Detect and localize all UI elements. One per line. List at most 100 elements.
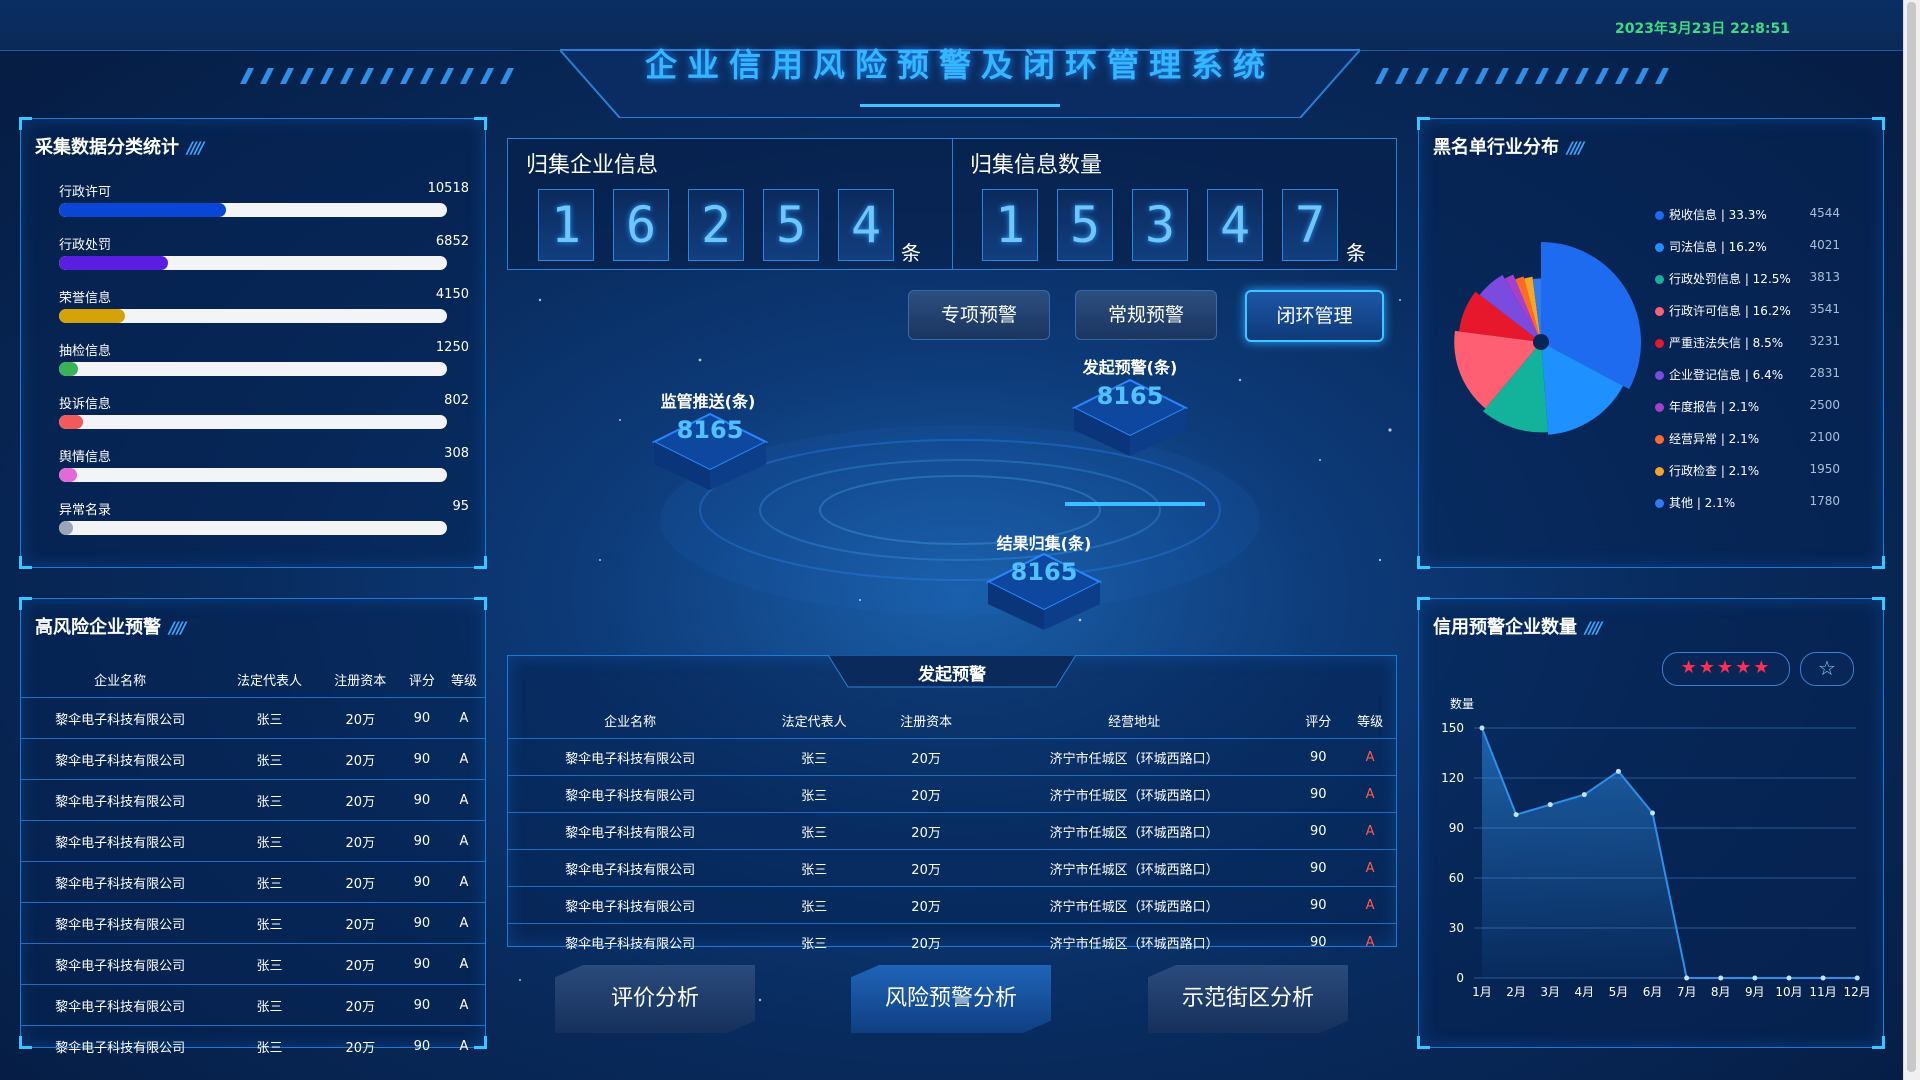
table-row[interactable]: 黎伞电子科技有限公司 张三 20万 济宁市任城区（环城西路口） 90 A <box>508 738 1396 776</box>
legend-dot <box>1655 307 1664 316</box>
data-point[interactable] <box>1752 975 1758 981</box>
table-cell: A <box>442 984 485 1026</box>
stat-value: 308 <box>444 446 469 461</box>
enterprise-counter-label: 归集企业信息 <box>526 153 659 178</box>
data-point[interactable] <box>1854 975 1860 981</box>
table-row[interactable]: 黎伞电子科技有限公司 张三 20万 90 A <box>21 861 485 903</box>
result-value: 8165 <box>1010 558 1078 586</box>
table-cell: A <box>1344 812 1396 850</box>
table-cell: 90 <box>1292 886 1345 924</box>
stat-label: 行政许可 <box>59 185 112 200</box>
counter-digit: 4 <box>838 189 894 261</box>
y-tick-label: 90 <box>1449 821 1464 835</box>
column-header: 等级 <box>1357 714 1384 730</box>
table-cell: A <box>442 738 485 780</box>
table-row[interactable]: 黎伞电子科技有限公司 张三 20万 济宁市任城区（环城西路口） 90 A <box>508 849 1396 887</box>
data-point[interactable] <box>1547 802 1553 808</box>
table-cell: 黎伞电子科技有限公司 <box>21 697 220 739</box>
star-icon[interactable]: ☆ <box>1800 652 1854 686</box>
table-row[interactable]: 黎伞电子科技有限公司 张三 20万 90 A <box>21 902 485 944</box>
data-point[interactable] <box>1650 810 1656 816</box>
table-cell: 张三 <box>219 697 320 739</box>
table-cell: 90 <box>1292 775 1345 813</box>
vertical-scrollbar[interactable] <box>1903 0 1920 1080</box>
stat-bar-track <box>59 256 447 270</box>
y-tick-label: 150 <box>1441 721 1464 735</box>
data-point[interactable] <box>1615 768 1621 774</box>
y-tick-label: 60 <box>1449 871 1464 885</box>
table-cell: 90 <box>400 738 443 780</box>
table-cell: 济宁市任城区（环城西路口） <box>976 923 1293 960</box>
legend-item: 司法信息 | 16.2% 4021 <box>1655 238 1840 258</box>
blacklist-rose-chart <box>1454 242 1641 435</box>
table-row[interactable]: 黎伞电子科技有限公司 张三 20万 90 A <box>21 1025 485 1066</box>
legend-value: 3231 <box>1809 334 1840 348</box>
table-cell: 黎伞电子科技有限公司 <box>21 943 220 985</box>
table-row[interactable]: 黎伞电子科技有限公司 张三 20万 济宁市任城区（环城西路口） 90 A <box>508 923 1396 960</box>
regular-warning-button[interactable]: 常规预警 <box>1075 290 1217 340</box>
data-point[interactable] <box>1684 975 1690 981</box>
stat-row: 行政处罚 6852 <box>59 234 469 287</box>
table-row[interactable]: 黎伞电子科技有限公司 张三 20万 90 A <box>21 697 485 739</box>
x-tick-label: 10月 <box>1775 985 1802 999</box>
evaluation-analysis-button[interactable]: 评价分析 <box>555 965 755 1033</box>
table-row[interactable]: 黎伞电子科技有限公司 张三 20万 90 A <box>21 943 485 985</box>
table-row[interactable]: 黎伞电子科技有限公司 张三 20万 济宁市任城区（环城西路口） 90 A <box>508 886 1396 924</box>
legend-label: 其他 | 2.1% <box>1669 496 1736 510</box>
data-point[interactable] <box>1513 812 1519 818</box>
table-cell: 张三 <box>219 902 320 944</box>
counter-digit: 7 <box>1282 189 1338 261</box>
legend-value: 1950 <box>1809 462 1840 476</box>
area-fill <box>1482 728 1858 978</box>
legend-value: 1780 <box>1809 494 1840 508</box>
legend-dot <box>1655 371 1664 380</box>
stat-bar-fill <box>59 362 79 376</box>
table-cell: 20万 <box>876 738 977 776</box>
legend-value: 2100 <box>1809 430 1840 444</box>
stat-bar-fill <box>59 468 77 482</box>
table-cell: 张三 <box>219 861 320 903</box>
table-cell: 黎伞电子科技有限公司 <box>21 820 220 862</box>
enterprise-counter-unit: 条 <box>901 241 921 265</box>
legend-item: 企业登记信息 | 6.4% 2831 <box>1655 366 1840 386</box>
x-tick-label: 12月 <box>1844 985 1871 999</box>
legend-item: 行政处罚信息 | 12.5% 3813 <box>1655 270 1840 290</box>
legend-dot <box>1655 499 1664 508</box>
table-row[interactable]: 黎伞电子科技有限公司 张三 20万 济宁市任城区（环城西路口） 90 A <box>508 812 1396 850</box>
counter-digit: 2 <box>688 189 744 261</box>
stat-row: 抽检信息 1250 <box>59 340 469 393</box>
table-cell: 济宁市任城区（环城西路口） <box>976 775 1293 813</box>
table-cell: 张三 <box>219 738 320 780</box>
risk-warning-analysis-button[interactable]: 风险预警分析 <box>851 965 1051 1033</box>
scrollbar-thumb[interactable] <box>1907 2 1916 1072</box>
warning-table-panel: 发起预警 企业名称 法定代表人 注册资本 经营地址 评分 等级 黎伞电子科技有限公司 张三 2… <box>507 655 1397 960</box>
data-point[interactable] <box>1820 975 1826 981</box>
table-cell: A <box>442 820 485 862</box>
counter-digit: 5 <box>1057 189 1113 261</box>
table-row[interactable]: 黎伞电子科技有限公司 张三 20万 90 A <box>21 779 485 821</box>
data-point[interactable] <box>1718 975 1724 981</box>
column-header: 注册资本 <box>334 673 387 689</box>
stat-bar-fill <box>59 203 226 217</box>
data-point[interactable] <box>1479 725 1485 731</box>
demo-district-analysis-button[interactable]: 示范街区分析 <box>1148 965 1348 1033</box>
table-row[interactable]: 黎伞电子科技有限公司 张三 20万 济宁市任城区（环城西路口） 90 A <box>508 775 1396 813</box>
star-rating-filter[interactable]: ★★★★★ <box>1662 652 1790 686</box>
table-cell: 20万 <box>876 886 977 924</box>
title-slash-decoration: //// <box>187 138 204 157</box>
data-point[interactable] <box>1581 792 1587 798</box>
table-cell: 张三 <box>752 923 877 960</box>
table-row[interactable]: 黎伞电子科技有限公司 张三 20万 90 A <box>21 738 485 780</box>
table-row[interactable]: 黎伞电子科技有限公司 张三 20万 90 A <box>21 820 485 862</box>
table-cell: 黎伞电子科技有限公司 <box>508 738 753 776</box>
data-point[interactable] <box>1786 975 1792 981</box>
table-row[interactable]: 黎伞电子科技有限公司 张三 20万 90 A <box>21 984 485 1026</box>
supervision-value: 8165 <box>676 416 744 444</box>
special-warning-button[interactable]: 专项预警 <box>908 290 1050 340</box>
legend-value: 3813 <box>1809 270 1840 284</box>
table-cell: 张三 <box>219 820 320 862</box>
x-tick-label: 2月 <box>1506 985 1526 999</box>
table-cell: 20万 <box>319 738 401 780</box>
closed-loop-button[interactable]: 闭环管理 <box>1245 290 1384 342</box>
high-risk-table: 企业名称 法定代表人 注册资本 评分 等级 黎伞电子科技有限公司 张三 20万 90 A 黎伞电子… <box>21 661 485 1066</box>
